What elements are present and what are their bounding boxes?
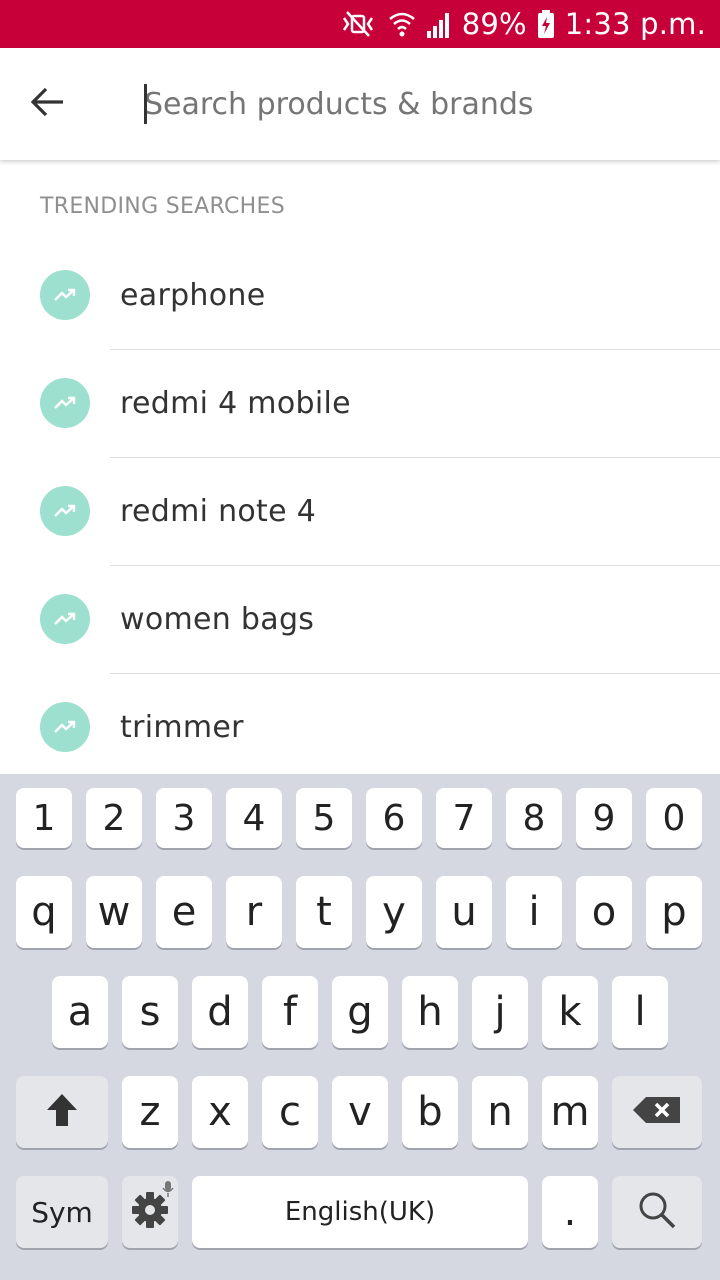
- key-r[interactable]: r: [226, 876, 282, 948]
- battery-percent: 89%: [461, 7, 527, 41]
- key-f[interactable]: f: [262, 976, 318, 1048]
- trending-item-label: women bags: [120, 602, 315, 637]
- space-key[interactable]: English(UK): [192, 1176, 528, 1248]
- key-q[interactable]: q: [16, 876, 72, 948]
- key-3[interactable]: 3: [156, 788, 212, 848]
- trending-up-icon: [40, 270, 90, 320]
- key-b[interactable]: b: [402, 1076, 458, 1148]
- trending-item-label: earphone: [120, 278, 266, 313]
- text-cursor: [144, 84, 147, 124]
- key-n[interactable]: n: [472, 1076, 528, 1148]
- space-label: English(UK): [284, 1197, 436, 1227]
- key-m[interactable]: m: [542, 1076, 598, 1148]
- key-v[interactable]: v: [332, 1076, 388, 1148]
- trending-item[interactable]: redmi 4 mobile: [0, 350, 720, 458]
- key-k[interactable]: k: [542, 976, 598, 1048]
- key-t[interactable]: t: [296, 876, 352, 948]
- trending-list: earphone redmi 4 mobile redmi note 4 wom…: [0, 242, 720, 782]
- search-header: [0, 48, 720, 160]
- key-6[interactable]: 6: [366, 788, 422, 848]
- key-8[interactable]: 8: [506, 788, 562, 848]
- mute-icon: [338, 9, 378, 39]
- key-l[interactable]: l: [612, 976, 668, 1048]
- sym-label: Sym: [31, 1195, 93, 1229]
- microphone-icon: [162, 1180, 174, 1202]
- key-4[interactable]: 4: [226, 788, 282, 848]
- key-p[interactable]: p: [646, 876, 702, 948]
- key-j[interactable]: j: [472, 976, 528, 1048]
- key-g[interactable]: g: [332, 976, 388, 1048]
- key-0[interactable]: 0: [646, 788, 702, 848]
- trending-item-label: trimmer: [120, 710, 244, 745]
- trending-up-icon: [40, 378, 90, 428]
- key-x[interactable]: x: [192, 1076, 248, 1148]
- key-y[interactable]: y: [366, 876, 422, 948]
- key-s[interactable]: s: [122, 976, 178, 1048]
- period-key[interactable]: .: [542, 1176, 598, 1248]
- clock: 1:33 p.m.: [564, 7, 706, 41]
- trending-item-label: redmi 4 mobile: [120, 386, 351, 421]
- key-1[interactable]: 1: [16, 788, 72, 848]
- wifi-icon: [388, 9, 416, 39]
- trending-up-icon: [40, 486, 90, 536]
- trending-title: TRENDING SEARCHES: [40, 194, 285, 219]
- key-9[interactable]: 9: [576, 788, 632, 848]
- trending-up-icon: [40, 702, 90, 752]
- signal-icon: [426, 9, 452, 39]
- shift-icon: [45, 1092, 79, 1132]
- soft-keyboard: 1 2 3 4 5 6 7 8 9 0 q w e r t y u i o p …: [0, 774, 720, 1280]
- status-bar: 89% 1:33 p.m.: [0, 0, 720, 48]
- trending-item-label: redmi note 4: [120, 494, 317, 529]
- trending-item[interactable]: women bags: [0, 566, 720, 674]
- period-label: .: [563, 1189, 577, 1235]
- search-key[interactable]: [612, 1176, 702, 1248]
- key-i[interactable]: i: [506, 876, 562, 948]
- key-a[interactable]: a: [52, 976, 108, 1048]
- shift-key[interactable]: [16, 1076, 108, 1148]
- key-5[interactable]: 5: [296, 788, 352, 848]
- backspace-key[interactable]: [612, 1076, 702, 1148]
- trending-item[interactable]: trimmer: [0, 674, 720, 782]
- back-button[interactable]: [22, 80, 74, 128]
- key-2[interactable]: 2: [86, 788, 142, 848]
- key-w[interactable]: w: [86, 876, 142, 948]
- trending-item[interactable]: redmi note 4: [0, 458, 720, 566]
- key-c[interactable]: c: [262, 1076, 318, 1148]
- sym-key[interactable]: Sym: [16, 1176, 108, 1248]
- settings-key[interactable]: [122, 1176, 178, 1248]
- key-h[interactable]: h: [402, 976, 458, 1048]
- backspace-icon: [632, 1096, 682, 1128]
- key-u[interactable]: u: [436, 876, 492, 948]
- key-e[interactable]: e: [156, 876, 212, 948]
- battery-charging-icon: [537, 9, 555, 39]
- arrow-back-icon: [30, 86, 66, 123]
- search-key-icon: [637, 1190, 677, 1234]
- trending-item[interactable]: earphone: [0, 242, 720, 350]
- search-input[interactable]: [140, 76, 704, 132]
- key-d[interactable]: d: [192, 976, 248, 1048]
- key-o[interactable]: o: [576, 876, 632, 948]
- trending-up-icon: [40, 594, 90, 644]
- key-7[interactable]: 7: [436, 788, 492, 848]
- key-z[interactable]: z: [122, 1076, 178, 1148]
